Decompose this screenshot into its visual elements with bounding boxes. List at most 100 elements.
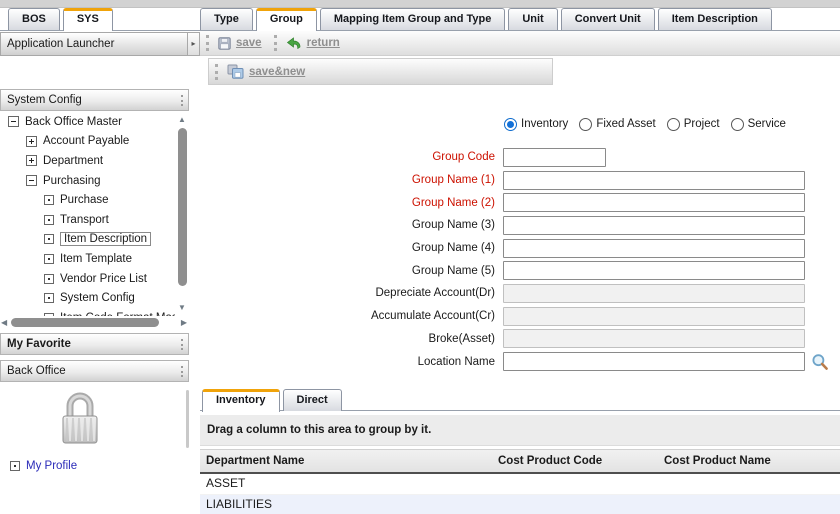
form-row-group-name-1: Group Name (1) [200, 169, 829, 192]
tree-collapse-icon[interactable] [26, 175, 37, 186]
tree-leaf-icon[interactable] [44, 254, 54, 264]
section-title: System Config [7, 94, 82, 106]
module-tabs: BOSSYS [8, 8, 116, 30]
column-header-cost-product-code[interactable]: Cost Product Code [492, 455, 658, 467]
detail-tab-direct[interactable]: Direct [283, 389, 342, 411]
tree-expand-icon[interactable] [26, 136, 37, 147]
tab-convert-unit[interactable]: Convert Unit [561, 8, 655, 30]
tree-item-purchasing[interactable]: Purchasing [0, 171, 175, 191]
tab-bos[interactable]: BOS [8, 8, 60, 30]
radio-label: Inventory [521, 118, 568, 130]
tab-item-description[interactable]: Item Description [658, 8, 772, 30]
form-row-accumulate-account-cr: Accumulate Account(Cr) [200, 305, 829, 328]
group-name-5-input[interactable] [503, 261, 805, 280]
table-cell: LIABILITIES [200, 495, 492, 514]
save-new-icon [227, 64, 244, 79]
radio-project[interactable]: Project [667, 118, 720, 131]
group-name-3-input[interactable] [503, 216, 805, 235]
radio-button-icon[interactable] [667, 118, 680, 131]
detail-tab-inventory[interactable]: Inventory [202, 389, 280, 412]
app-window: BOSSYS TypeGroupMapping Item Group and T… [0, 0, 840, 513]
radio-inventory[interactable]: Inventory [504, 118, 568, 131]
save-icon [218, 37, 231, 50]
group-code-input[interactable] [503, 148, 606, 167]
tab-type[interactable]: Type [200, 8, 253, 30]
detail-tabs: InventoryDirect [202, 389, 345, 411]
form-row-group-name-5: Group Name (5) [200, 259, 829, 282]
tree-item-label: Purchase [60, 194, 109, 206]
my-profile-label: My Profile [26, 460, 77, 472]
launcher-collapse-button[interactable]: ▸ [188, 32, 200, 56]
tab-group[interactable]: Group [256, 8, 317, 31]
my-profile-link[interactable]: My Profile [10, 460, 77, 472]
vertical-scroll-thumb[interactable] [178, 128, 187, 286]
location-name-input[interactable] [503, 352, 805, 371]
radio-button-icon[interactable] [731, 118, 744, 131]
grid-body: ASSETLIABILITIES [200, 474, 840, 514]
scroll-left-icon[interactable]: ◀ [1, 319, 7, 327]
tree-item-back-office-master[interactable]: Back Office Master [0, 112, 175, 132]
save-button-label: save [236, 37, 262, 49]
sidebar-section-system-config[interactable]: System Config [0, 89, 189, 111]
column-header-cost-product-name[interactable]: Cost Product Name [658, 455, 840, 467]
grid-groupby-dropzone[interactable]: Drag a column to this area to group by i… [200, 415, 840, 446]
field-label: Group Name (2) [200, 197, 503, 209]
radio-fixed-asset[interactable]: Fixed Asset [579, 118, 655, 131]
application-launcher-header[interactable]: Application Launcher [0, 32, 188, 56]
save-button[interactable]: save [218, 37, 262, 50]
search-icon[interactable] [811, 353, 829, 371]
tree-item-account-payable[interactable]: Account Payable [0, 132, 175, 152]
scroll-up-icon[interactable]: ▲ [178, 116, 186, 124]
toolbar-grip [215, 64, 218, 80]
panel-scrollbar[interactable] [186, 390, 189, 448]
sidebar-section-back-office[interactable]: Back Office [0, 360, 189, 382]
save-and-new-button[interactable]: save&new [227, 64, 305, 79]
tree-item-item-description[interactable]: Item Description [0, 230, 175, 250]
scroll-down-icon[interactable]: ▼ [178, 304, 186, 312]
tree-item-label: Transport [60, 214, 109, 226]
table-row-asset[interactable]: ASSET [200, 474, 840, 495]
radio-button-icon[interactable] [504, 118, 517, 131]
accumulate-account-cr-input [503, 307, 805, 326]
tree-item-item-template[interactable]: Item Template [0, 249, 175, 269]
tree-horizontal-scrollbar[interactable]: ◀ ▶ [0, 316, 189, 330]
form-row-group-name-2: Group Name (2) [200, 191, 829, 214]
tree-item-item-code-format-mast[interactable]: Item Code Format Mast [0, 308, 175, 316]
horizontal-scroll-thumb[interactable] [11, 318, 159, 327]
group-name-2-input[interactable] [503, 193, 805, 212]
table-cell [492, 474, 658, 494]
radio-service[interactable]: Service [731, 118, 786, 131]
tree-expand-icon[interactable] [26, 155, 37, 166]
tree-vertical-scrollbar[interactable]: ▲ ▼ [175, 112, 189, 316]
tree-collapse-icon[interactable] [8, 116, 19, 127]
tab-sys[interactable]: SYS [63, 8, 113, 31]
group-name-1-input[interactable] [503, 171, 805, 190]
tree-item-label: Back Office Master [25, 116, 122, 128]
return-button[interactable]: return [286, 37, 340, 49]
group-type-radio-row: Inventory Fixed Asset Project Service [504, 115, 786, 133]
tree-leaf-icon[interactable] [44, 293, 54, 303]
toolbar-grip [206, 35, 209, 51]
page-tabs: TypeGroupMapping Item Group and TypeUnit… [200, 8, 775, 30]
column-header-department-name[interactable]: Department Name [200, 455, 492, 467]
field-label: Group Name (4) [200, 242, 503, 254]
radio-button-icon[interactable] [579, 118, 592, 131]
tree-leaf-icon[interactable] [44, 234, 54, 244]
tab-mapping-item-group-and-type[interactable]: Mapping Item Group and Type [320, 8, 505, 30]
secondary-toolbar: save&new [208, 58, 553, 85]
tree-item-purchase[interactable]: Purchase [0, 190, 175, 210]
tree-item-label: Item Description [60, 232, 151, 246]
tree-item-transport[interactable]: Transport [0, 210, 175, 230]
group-name-4-input[interactable] [503, 239, 805, 258]
scroll-right-icon[interactable]: ▶ [181, 319, 187, 327]
tree-item-system-config[interactable]: System Config [0, 288, 175, 308]
lock-icon [52, 390, 108, 451]
tree-item-vendor-price-list[interactable]: Vendor Price List [0, 269, 175, 289]
tree-leaf-icon[interactable] [44, 274, 54, 284]
table-row-liabilities[interactable]: LIABILITIES [200, 495, 840, 514]
tab-unit[interactable]: Unit [508, 8, 557, 30]
tree-leaf-icon[interactable] [44, 215, 54, 225]
sidebar-section-my-favorite[interactable]: My Favorite [0, 333, 189, 355]
tree-leaf-icon[interactable] [44, 195, 54, 205]
tree-item-department[interactable]: Department [0, 151, 175, 171]
